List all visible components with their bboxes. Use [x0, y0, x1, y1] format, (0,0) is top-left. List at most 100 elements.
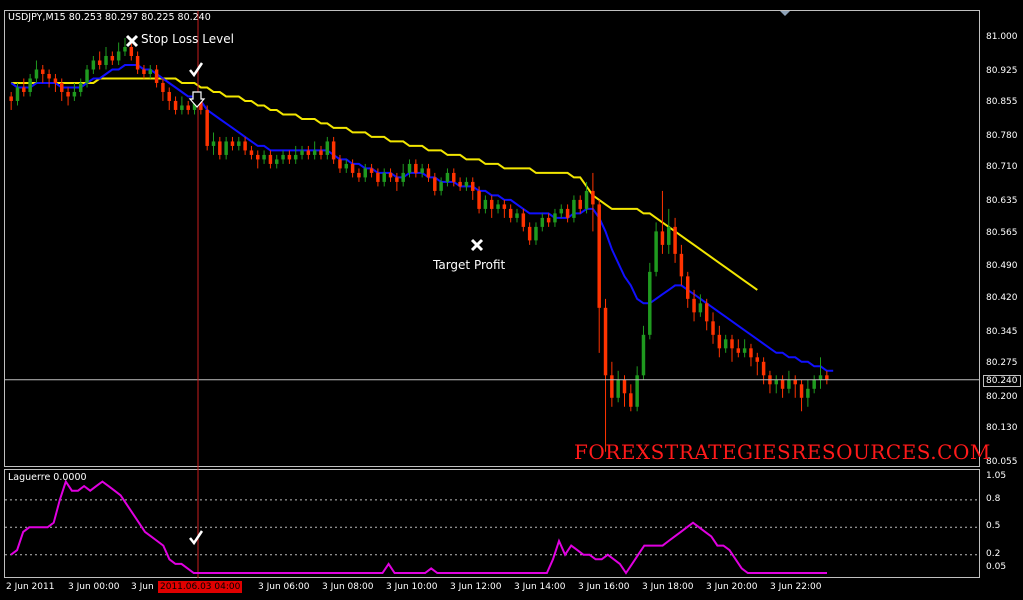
candle-body: [420, 168, 424, 173]
candle-body: [357, 172, 361, 178]
candle-body: [717, 334, 722, 349]
candle-body: [527, 226, 532, 241]
candle: [180, 96, 184, 115]
candle: [300, 145, 304, 160]
candle-body: [414, 163, 418, 173]
candle-body: [167, 91, 171, 101]
candle-body: [338, 159, 342, 169]
candle: [186, 100, 190, 115]
candle-body: [458, 181, 462, 187]
candle: [287, 150, 292, 164]
candle-body: [363, 168, 367, 178]
candle: [654, 222, 658, 277]
candle-body: [704, 303, 709, 322]
candle-body: [774, 379, 778, 385]
candle-body: [578, 199, 582, 209]
candle: [723, 334, 728, 353]
candle: [78, 78, 83, 97]
candle: [787, 370, 791, 394]
candle-body: [780, 379, 785, 389]
candle-body: [648, 271, 652, 335]
candle-body: [439, 181, 443, 191]
candle: [540, 213, 545, 232]
candle: [123, 38, 127, 56]
candle: [749, 343, 753, 367]
price-tick-label: 80.200: [986, 391, 1018, 402]
candle: [47, 69, 51, 88]
candle-body: [616, 379, 620, 398]
candle-body: [274, 159, 279, 164]
candle-body: [793, 379, 797, 385]
candle: [825, 370, 829, 385]
candle-body: [559, 208, 564, 214]
candle-body: [723, 339, 728, 349]
candle-body: [736, 348, 741, 353]
candle-body: [641, 334, 646, 376]
candle: [553, 208, 557, 227]
candle-body: [180, 105, 184, 110]
candle: [603, 298, 608, 452]
candle-body: [268, 154, 273, 164]
candle: [755, 352, 760, 376]
candle: [685, 271, 690, 308]
candle: [91, 55, 96, 74]
candle: [97, 51, 102, 70]
candle-body: [515, 213, 519, 218]
candle-body: [622, 379, 627, 394]
candle-body: [72, 91, 77, 97]
candle-body: [667, 226, 671, 245]
time-tick-label: 3 Jun 14:00: [514, 582, 566, 592]
candle-body: [110, 55, 115, 61]
laguerre-line: [10, 479, 827, 575]
candle-body: [496, 204, 500, 209]
candle: [205, 105, 209, 151]
candle: [818, 357, 823, 389]
price-tick-label: 80.130: [986, 423, 1018, 434]
candle-body: [53, 78, 58, 83]
candle-body: [256, 154, 260, 160]
candle: [230, 136, 235, 151]
candle: [53, 73, 58, 92]
highlighted-time-label: 2011.06.03 04:00: [158, 581, 243, 593]
candle-body: [135, 55, 140, 70]
candle-body: [742, 348, 747, 353]
candle-body: [306, 150, 311, 155]
candle: [148, 64, 153, 79]
candle-body: [591, 190, 595, 205]
price-tick-label: 80.780: [986, 130, 1018, 141]
candle: [60, 78, 64, 101]
candle-body: [85, 69, 89, 83]
candle: [218, 136, 222, 160]
candle-body: [534, 226, 538, 241]
candle-body: [312, 150, 317, 155]
time-tick-label: 3 Jun 22:00: [770, 582, 822, 592]
candle-body: [104, 55, 108, 65]
candle: [641, 325, 646, 380]
candle-body: [281, 154, 285, 160]
candle-body: [78, 82, 83, 92]
candle: [211, 132, 216, 155]
candle-body: [243, 141, 247, 151]
candle: [161, 78, 165, 101]
stop-loss-label: Stop Loss Level: [141, 32, 234, 46]
candle-body: [660, 231, 665, 245]
candle: [616, 370, 620, 403]
candle-body: [806, 388, 810, 398]
time-tick-label: 2 Jun 2011: [6, 582, 55, 592]
candle: [458, 177, 462, 191]
time-tick-label: 3 Jun 06:00: [258, 582, 310, 592]
candle-body: [426, 168, 431, 178]
candle-body: [540, 217, 545, 227]
candle: [268, 150, 273, 169]
entry-check-icon: [189, 62, 204, 78]
candle: [502, 199, 507, 218]
candle: [610, 361, 614, 407]
candle-body: [237, 141, 241, 146]
candle: [325, 136, 330, 160]
price-tick-label: 80.565: [986, 227, 1018, 238]
candle: [629, 384, 633, 412]
candle: [768, 370, 772, 394]
candle-body: [799, 384, 804, 398]
candle-body: [331, 141, 336, 160]
candle: [249, 145, 254, 160]
